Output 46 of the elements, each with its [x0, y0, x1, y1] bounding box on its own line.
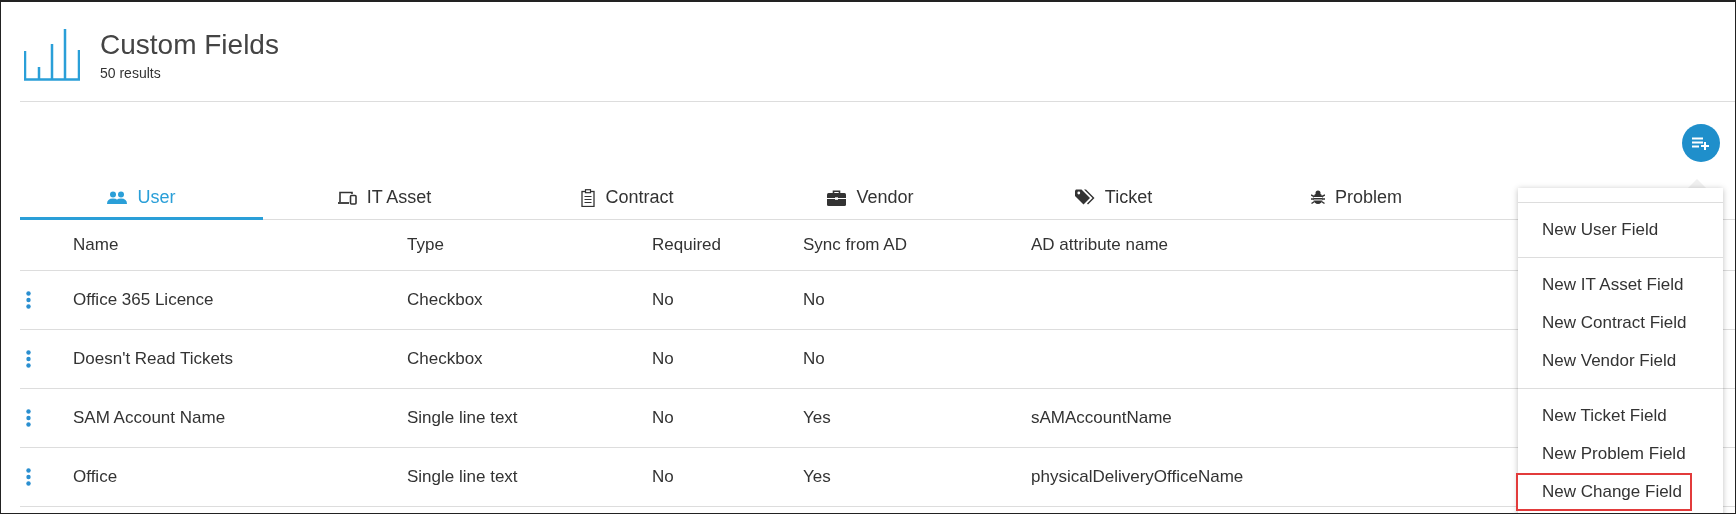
tab[interactable]: IT Asset [263, 178, 506, 220]
table-cell: SAM Account Name [73, 408, 226, 428]
table-cell: No [652, 290, 674, 310]
table-cell: Checkbox [407, 290, 483, 310]
table-cell: Yes [803, 408, 831, 428]
table-cell: No [652, 349, 674, 369]
column-header: Required [652, 235, 721, 255]
table-cell: sAMAccountName [1031, 408, 1172, 428]
menu-item[interactable]: New IT Asset Field [1516, 266, 1694, 304]
table-cell: Doesn't Read Tickets [73, 349, 234, 369]
clipboard-icon [581, 188, 596, 207]
tags-icon [1074, 189, 1095, 206]
devices-icon [337, 190, 357, 205]
menu-item[interactable]: New Problem Field [1516, 435, 1696, 473]
results-count: 50 results [100, 65, 162, 81]
table-cell: No [803, 290, 825, 310]
bar-chart-icon [24, 28, 80, 81]
menu-item[interactable]: New Contract Field [1516, 304, 1697, 342]
column-header: Sync from AD [803, 235, 907, 255]
table-cell: Office [73, 467, 118, 487]
bug-icon [1311, 190, 1325, 205]
tab[interactable]: Vendor [749, 178, 992, 220]
add-field-button[interactable] [1682, 124, 1720, 162]
table-cell: Office 365 Licence [73, 290, 214, 310]
table-cell: Single line text [407, 467, 518, 487]
menu-item[interactable]: New Vendor Field [1516, 342, 1687, 380]
tab[interactable]: Ticket [992, 178, 1235, 220]
table-cell: No [652, 408, 674, 428]
table-cell: Yes [803, 467, 831, 487]
column-header: Name [73, 235, 119, 255]
menu-item[interactable]: New Change Field [1516, 473, 1692, 511]
table-cell: No [652, 467, 674, 487]
users-icon [107, 191, 128, 204]
table-cell: Single line text [407, 408, 518, 428]
table-cell: No [803, 349, 825, 369]
add-list-icon [1692, 136, 1710, 150]
column-header: AD attribute name [1031, 235, 1168, 255]
column-header: Type [407, 235, 444, 255]
tab[interactable]: Problem [1235, 178, 1478, 220]
page-title: Custom Fields [100, 28, 279, 62]
table-cell: Checkbox [407, 349, 483, 369]
menu-item[interactable]: New User Field [1516, 211, 1669, 249]
menu-item[interactable]: New Ticket Field [1516, 397, 1677, 435]
tab[interactable]: Contract [506, 178, 749, 220]
briefcase-icon [827, 189, 847, 206]
table-cell: physicalDeliveryOfficeName [1031, 467, 1244, 487]
